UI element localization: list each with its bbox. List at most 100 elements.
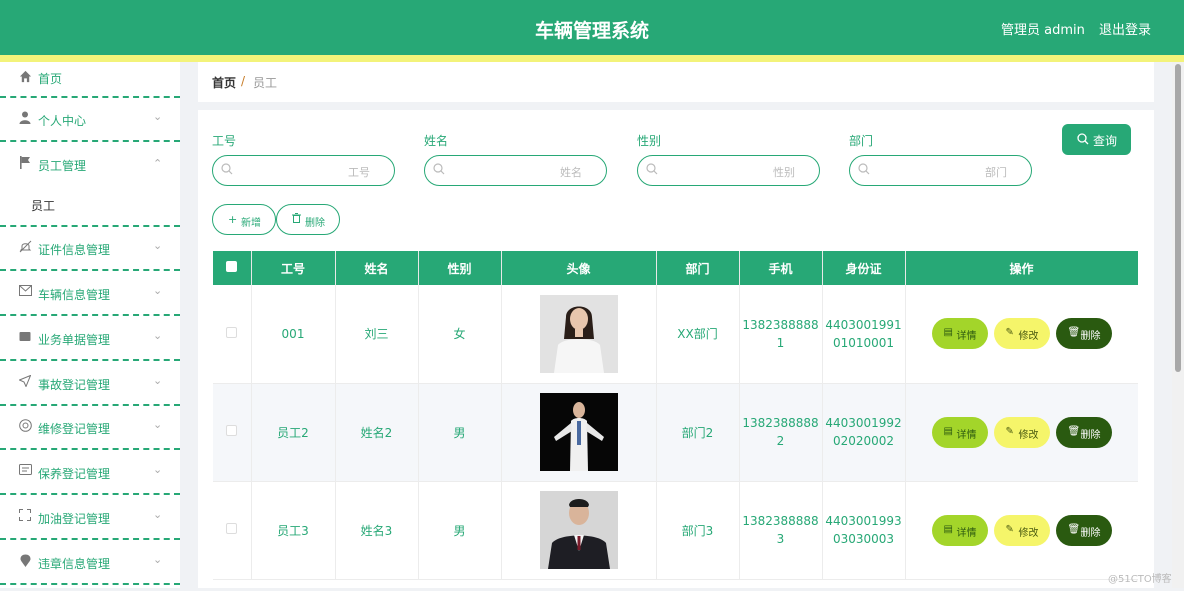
send-icon bbox=[18, 374, 32, 389]
detail-button[interactable]: ▤ 详情 bbox=[931, 318, 988, 350]
plus-icon: + bbox=[228, 213, 238, 226]
sidebar-item-accidents[interactable]: 事故登记管理 ⌄ bbox=[0, 362, 180, 406]
fullscreen-icon bbox=[18, 509, 32, 523]
sidebar-item-profile[interactable]: 个人中心 ⌄ bbox=[0, 98, 180, 142]
breadcrumb: 首页 / 员工 bbox=[198, 62, 1154, 102]
cell-name: 刘三 bbox=[335, 285, 419, 384]
edit-label: 修改 bbox=[1018, 527, 1039, 539]
page-scrollbar[interactable] bbox=[1172, 62, 1184, 588]
sidebar-item-maintenance[interactable]: 保养登记管理 ⌄ bbox=[0, 451, 180, 495]
submenu-item-label: 员工 bbox=[31, 199, 56, 213]
sidebar-item-documents[interactable]: 业务单据管理 ⌄ bbox=[0, 317, 180, 361]
avatar bbox=[539, 294, 618, 373]
document-icon: ▤ bbox=[943, 327, 953, 339]
chevron-up-icon: ⌃ bbox=[153, 157, 163, 170]
search-icon bbox=[858, 163, 870, 175]
column-header: 头像 bbox=[501, 251, 657, 285]
search-input-name[interactable]: 姓名 bbox=[424, 155, 607, 186]
user-icon bbox=[18, 111, 32, 125]
scrollbar-thumb[interactable] bbox=[1175, 64, 1181, 372]
sidebar-item-label: 加油登记管理 bbox=[38, 512, 111, 526]
current-user[interactable]: 管理员 admin bbox=[1001, 19, 1085, 38]
edit-button[interactable]: ✎ 修改 bbox=[993, 416, 1050, 448]
column-header: 工号 bbox=[251, 251, 336, 285]
sidebar-item-violations[interactable]: 违章信息管理 ⌄ bbox=[0, 541, 180, 585]
top-bar: 车辆管理系统 管理员 admin 退出登录 bbox=[0, 0, 1184, 55]
message-icon bbox=[18, 464, 32, 478]
sidebar-item-fuel[interactable]: 加油登记管理 ⌄ bbox=[0, 496, 180, 540]
phone-line: 3 bbox=[776, 532, 785, 546]
breadcrumb-home[interactable]: 首页 bbox=[212, 74, 236, 91]
cell-avatar bbox=[501, 481, 657, 580]
sidebar-item-label: 员工管理 bbox=[38, 159, 87, 173]
chevron-down-icon: ⌄ bbox=[153, 553, 163, 566]
search-icon bbox=[1077, 133, 1089, 145]
detail-button[interactable]: ▤ 详情 bbox=[931, 514, 988, 546]
edit-icon: ✎ bbox=[1005, 327, 1014, 339]
delete-label: 删除 bbox=[1080, 527, 1101, 539]
cell-phone: 1382388888 1 bbox=[739, 285, 823, 384]
detail-label: 详情 bbox=[956, 429, 977, 441]
sidebar-item-certificates[interactable]: 证件信息管理 ⌄ bbox=[0, 227, 180, 271]
chevron-down-icon: ⌄ bbox=[153, 463, 163, 476]
search-input-gender[interactable]: 性别 bbox=[637, 155, 820, 186]
table-row: 员工2 姓名2 男 部门2 1382388888 2 4403001992 02… bbox=[213, 383, 1138, 482]
batch-delete-button[interactable]: 删除 bbox=[276, 204, 340, 235]
search-icon bbox=[221, 163, 233, 175]
cell-gender: 男 bbox=[418, 481, 502, 580]
search-input-id[interactable]: 工号 bbox=[212, 155, 395, 186]
row-checkbox[interactable] bbox=[213, 383, 252, 482]
sidebar-item-label: 个人中心 bbox=[38, 114, 87, 128]
sidebar-item-staff[interactable]: 员工管理 ⌃ bbox=[0, 143, 180, 187]
delete-button[interactable]: 🗑 删除 bbox=[1055, 514, 1112, 546]
query-button[interactable]: 查询 bbox=[1062, 124, 1131, 155]
detail-button[interactable]: ▤ 详情 bbox=[931, 416, 988, 448]
row-checkbox[interactable] bbox=[213, 285, 252, 384]
add-button-label: 新增 bbox=[241, 218, 261, 229]
sidebar-item-label: 事故登记管理 bbox=[38, 378, 111, 392]
delete-button[interactable]: 🗑 删除 bbox=[1055, 416, 1112, 448]
help-circle-icon bbox=[18, 419, 32, 433]
delete-button[interactable]: 🗑 删除 bbox=[1055, 318, 1112, 350]
location-icon bbox=[18, 554, 32, 568]
batch-delete-label: 删除 bbox=[305, 218, 325, 229]
cell-name: 姓名2 bbox=[335, 383, 419, 482]
search-input-dept[interactable]: 部门 bbox=[849, 155, 1032, 186]
idcard-line: 4403001991 bbox=[825, 317, 902, 332]
select-all-checkbox[interactable] bbox=[213, 251, 252, 285]
search-icon bbox=[646, 163, 658, 175]
cell-dept: 部门3 bbox=[656, 481, 740, 580]
cell-id: 001 bbox=[251, 285, 336, 384]
cell-gender: 女 bbox=[418, 285, 502, 384]
cell-operations: ▤ 详情 ✎ 修改 🗑 删除 bbox=[905, 481, 1138, 580]
add-button[interactable]: + 新增 bbox=[212, 204, 276, 235]
edit-button[interactable]: ✎ 修改 bbox=[993, 318, 1050, 350]
search-label-id: 工号 bbox=[212, 134, 237, 148]
column-header: 部门 bbox=[656, 251, 740, 285]
sidebar-item-repairs[interactable]: 维修登记管理 ⌄ bbox=[0, 406, 180, 450]
search-placeholder: 部门 bbox=[985, 166, 1007, 179]
box-icon bbox=[18, 330, 32, 344]
search-placeholder: 性别 bbox=[773, 166, 795, 179]
cell-phone: 1382388888 2 bbox=[739, 383, 823, 482]
column-header: 姓名 bbox=[335, 251, 419, 285]
delete-label: 删除 bbox=[1080, 331, 1101, 343]
phone-line: 1 bbox=[776, 335, 785, 350]
search-placeholder: 工号 bbox=[348, 166, 370, 179]
sidebar-item-home[interactable]: 首页 bbox=[0, 62, 180, 98]
cell-avatar bbox=[501, 285, 657, 384]
edit-button[interactable]: ✎ 修改 bbox=[993, 514, 1050, 546]
mail-icon bbox=[18, 285, 32, 299]
document-icon: ▤ bbox=[943, 425, 953, 437]
row-checkbox[interactable] bbox=[213, 481, 252, 580]
idcard-line: 03030003 bbox=[832, 532, 895, 546]
submenu-item-staff[interactable]: 员工 bbox=[0, 183, 180, 227]
logout-link[interactable]: 退出登录 bbox=[1099, 19, 1151, 38]
sidebar: 首页 个人中心 ⌄ 员工管理 ⌃ 员工 证件信息管理 ⌄ 车辆信息管理 ⌄ 业务… bbox=[0, 62, 180, 588]
document-icon: ▤ bbox=[943, 523, 953, 535]
cell-phone: 1382388888 3 bbox=[739, 481, 823, 580]
cell-name: 姓名3 bbox=[335, 481, 419, 580]
idcard-line: 4403001992 bbox=[825, 416, 902, 430]
sidebar-item-vehicles[interactable]: 车辆信息管理 ⌄ bbox=[0, 272, 180, 316]
cell-id: 员工2 bbox=[251, 383, 336, 482]
